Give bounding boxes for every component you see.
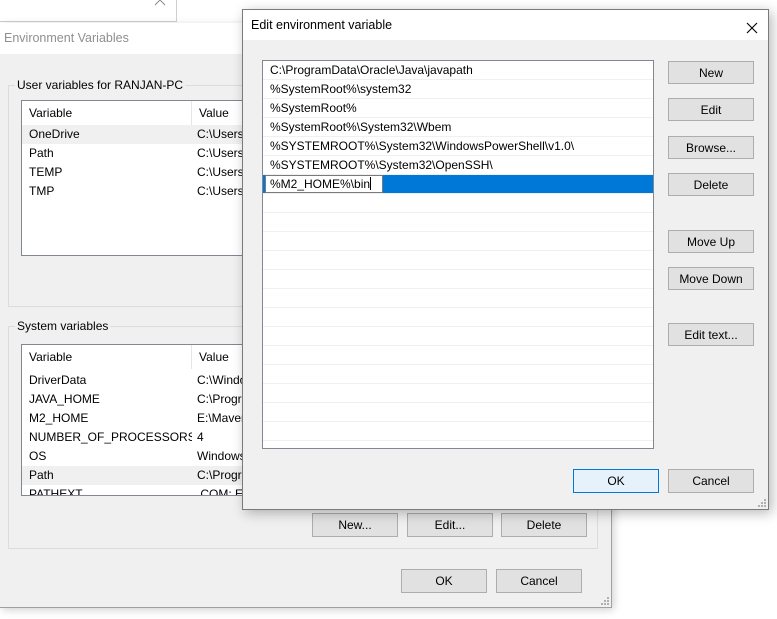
table-row[interactable]: Path C:\Users\ xyxy=(22,144,260,163)
table-row[interactable]: TEMP C:\Users\ xyxy=(22,163,260,182)
close-icon[interactable] xyxy=(154,0,168,8)
system-new-button[interactable]: New... xyxy=(312,513,398,537)
variable-value: C:\Users\ xyxy=(197,146,248,160)
edit-button[interactable]: Edit xyxy=(668,98,754,121)
new-button[interactable]: New xyxy=(668,61,754,84)
variable-value: C:\Users\ xyxy=(197,165,248,179)
empty-row[interactable] xyxy=(263,232,653,251)
variable-name: M2_HOME xyxy=(29,411,89,425)
column-header-variable[interactable]: Variable xyxy=(22,345,192,369)
variable-name: Path xyxy=(29,468,54,482)
table-row[interactable]: DriverData C:\Windo xyxy=(22,371,260,390)
table-row[interactable]: PATHEXT .COM;.E xyxy=(22,485,260,496)
system-delete-button[interactable]: Delete xyxy=(501,513,587,537)
user-variables-list[interactable]: Variable Value OneDrive C:\Users\ Path C… xyxy=(21,100,261,256)
list-item[interactable]: %SYSTEMROOT%\System32\WindowsPowerShell\… xyxy=(263,137,653,156)
column-header-variable[interactable]: Variable xyxy=(22,101,192,125)
path-entries-list[interactable]: C:\ProgramData\Oracle\Java\javapath %Sys… xyxy=(262,60,654,449)
text-caret xyxy=(370,177,372,190)
variable-name: OS xyxy=(29,449,47,463)
dialog-title: Edit environment variable xyxy=(251,18,393,32)
variable-value: .COM;.E xyxy=(197,487,244,496)
variable-value: E:\Maver xyxy=(197,411,246,425)
edit-environment-variable-dialog: Edit environment variable C:\ProgramData… xyxy=(242,9,769,510)
ok-button[interactable]: OK xyxy=(573,469,659,493)
move-up-button[interactable]: Move Up xyxy=(668,230,754,253)
dialog-titlebar: Edit environment variable xyxy=(243,10,768,40)
variable-value: C:\Progr xyxy=(197,392,242,406)
empty-row[interactable] xyxy=(263,289,653,308)
variable-value: 4 xyxy=(197,430,204,444)
variable-value: C:\Users\ xyxy=(197,184,248,198)
variable-value: Windows xyxy=(197,449,246,463)
empty-row[interactable] xyxy=(263,403,653,422)
system-variables-list[interactable]: Variable Value DriverData C:\Windo JAVA_… xyxy=(21,344,261,496)
table-row[interactable]: NUMBER_OF_PROCESSORS 4 xyxy=(22,428,260,447)
empty-row[interactable] xyxy=(263,270,653,289)
env-cancel-button[interactable]: Cancel xyxy=(496,569,582,593)
cancel-button[interactable]: Cancel xyxy=(668,469,754,493)
empty-row[interactable] xyxy=(263,308,653,327)
list-item[interactable]: %SystemRoot% xyxy=(263,99,653,118)
table-row[interactable]: Path C:\Progr xyxy=(22,466,260,485)
list-header: Variable Value xyxy=(22,345,260,369)
delete-button[interactable]: Delete xyxy=(668,173,754,196)
table-row[interactable]: OS Windows xyxy=(22,447,260,466)
system-edit-button[interactable]: Edit... xyxy=(407,513,493,537)
user-variables-label: User variables for RANJAN-PC xyxy=(15,78,186,92)
list-item[interactable]: %SystemRoot%\System32\Wbem xyxy=(263,118,653,137)
table-row[interactable]: M2_HOME E:\Maver xyxy=(22,409,260,428)
variable-value: C:\Users\ xyxy=(197,127,248,141)
empty-row[interactable] xyxy=(263,194,653,213)
table-row[interactable]: TMP C:\Users\ xyxy=(22,182,260,201)
variable-value: C:\Windo xyxy=(197,373,247,387)
column-header-value[interactable]: Value xyxy=(192,101,229,125)
table-row[interactable]: OneDrive C:\Users\ xyxy=(22,125,260,144)
list-item[interactable]: C:\ProgramData\Oracle\Java\javapath xyxy=(263,61,653,80)
resize-grip[interactable] xyxy=(601,597,609,605)
variable-value: C:\Progr xyxy=(197,468,242,482)
empty-row[interactable] xyxy=(263,365,653,384)
list-item[interactable]: %SystemRoot%\system32 xyxy=(263,80,653,99)
list-item[interactable]: %SYSTEMROOT%\System32\OpenSSH\ xyxy=(263,156,653,175)
path-edit-input[interactable]: %M2_HOME%\bin xyxy=(265,175,383,193)
variable-name: JAVA_HOME xyxy=(29,392,100,406)
system-variables-label: System variables xyxy=(15,319,111,333)
variable-name: PATHEXT xyxy=(29,487,83,496)
move-down-button[interactable]: Move Down xyxy=(668,267,754,290)
variable-name: Path xyxy=(29,146,54,160)
empty-row[interactable] xyxy=(263,213,653,232)
variable-name: TMP xyxy=(29,184,55,198)
empty-row[interactable] xyxy=(263,327,653,346)
variable-name: DriverData xyxy=(29,373,87,387)
empty-row[interactable] xyxy=(263,422,653,441)
variable-name: NUMBER_OF_PROCESSORS xyxy=(29,430,192,444)
list-item-selected[interactable]: %M2_HOME%\bin xyxy=(263,175,653,194)
empty-row[interactable] xyxy=(263,251,653,270)
table-row[interactable]: JAVA_HOME C:\Progr xyxy=(22,390,260,409)
resize-grip[interactable] xyxy=(758,499,766,507)
env-ok-button[interactable]: OK xyxy=(401,569,487,593)
browse-button[interactable]: Browse... xyxy=(668,136,754,159)
variable-name: TEMP xyxy=(29,165,63,179)
list-header: Variable Value xyxy=(22,101,260,125)
close-icon[interactable] xyxy=(744,17,760,34)
path-edit-value: %M2_HOME%\bin xyxy=(270,177,371,191)
background-window xyxy=(0,0,177,22)
column-header-value[interactable]: Value xyxy=(192,345,229,369)
empty-row[interactable] xyxy=(263,384,653,403)
variable-name: OneDrive xyxy=(29,127,80,141)
edit-text-button[interactable]: Edit text... xyxy=(668,323,754,346)
empty-row[interactable] xyxy=(263,346,653,365)
